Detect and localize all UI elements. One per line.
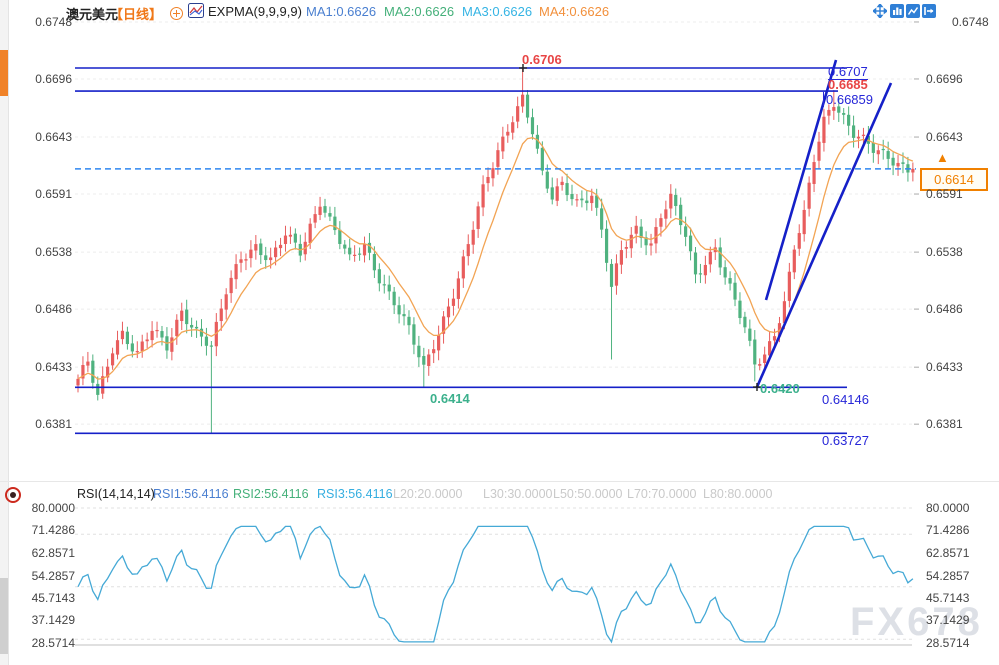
rsi2-value: RSI2:56.4116 — [233, 487, 309, 501]
rsi-tick-label: 28.5714 — [18, 636, 75, 650]
price-tick-label: 0.6486 — [27, 302, 72, 316]
rsi-tick-label: 71.4286 — [18, 523, 75, 537]
horizontal-level-lines[interactable] — [75, 68, 916, 433]
price-tick-label: 0.6748 — [27, 15, 72, 29]
indicator-window-icon[interactable] — [890, 4, 904, 18]
ma1-value: MA1:0.6626 — [306, 4, 376, 19]
resistance-price-label: 0.6706 — [522, 52, 562, 67]
line-chart-mode-icon[interactable] — [906, 4, 920, 18]
rsi3-value: RSI3:56.4116 — [317, 487, 393, 501]
bottom-hline-label: 0.63727 — [822, 433, 869, 448]
ma2-value: MA2:0.6626 — [384, 4, 454, 19]
rsi-tick-label: 54.2857 — [926, 569, 969, 583]
rsi-tick-label: 62.8571 — [926, 546, 969, 560]
price-tick-label: 0.6538 — [27, 245, 72, 259]
rsi-tick-label: 54.2857 — [18, 569, 75, 583]
rsi-tick-label: 45.7143 — [926, 591, 969, 605]
rsi-tick-label: 45.7143 — [18, 591, 75, 605]
price-tick-label: 0.6381 — [27, 417, 72, 431]
rsi-line — [78, 526, 913, 642]
rsi-tick-label: 80.0000 — [926, 501, 969, 515]
price-tick-label: 0.6433 — [926, 360, 963, 374]
expma-line — [78, 138, 913, 379]
lower-hline-label: 0.64146 — [822, 392, 869, 407]
rsi-l80-label: L80:80.0000 — [703, 487, 773, 501]
price-tick-label: 0.6538 — [926, 245, 963, 259]
rsi-l30-label: L30:30.0000 — [483, 487, 553, 501]
candlestick-plot — [76, 68, 914, 433]
ma4-value: MA4:0.6626 — [539, 4, 609, 19]
price-tick-label: 0.6643 — [926, 130, 963, 144]
upper-hline-label: 0.6685 — [828, 77, 868, 92]
ma3-value: MA3:0.6626 — [462, 4, 532, 19]
price-tick-label: 0.6643 — [27, 130, 72, 144]
price-tick-label: 0.6486 — [926, 302, 963, 316]
rsi-tick-label: 37.1429 — [18, 613, 75, 627]
rsi-l70-label: L70:70.0000 — [627, 487, 697, 501]
price-tick-label: 0.6381 — [926, 417, 963, 431]
rsi-tick-label: 71.4286 — [926, 523, 969, 537]
price-tick-label: 0.6748 — [952, 15, 989, 29]
chart-app-window: { "header": { "symbol": "澳元美元", "period"… — [0, 0, 999, 665]
period-label: 【日线】 — [110, 4, 162, 23]
exit-fullscreen-icon[interactable] — [922, 4, 936, 18]
chart-type-icon[interactable] — [188, 3, 204, 23]
price-tick-label: 0.6591 — [926, 187, 963, 201]
collapse-circle-icon[interactable] — [170, 7, 183, 20]
rsi-l50-label: L50:50.0000 — [553, 487, 623, 501]
indicator-name: EXPMA(9,9,9,9) — [208, 4, 302, 19]
rsi-tick-label: 28.5714 — [926, 636, 969, 650]
support-price-label: 0.6414 — [430, 391, 470, 406]
rsi-tick-label: 62.8571 — [18, 546, 75, 560]
rsi-tick-label: 37.1429 — [926, 613, 969, 627]
trendline-low-label: 0.6420 — [760, 381, 800, 396]
price-tick-label: 0.6433 — [27, 360, 72, 374]
rsi-tick-label: 80.0000 — [18, 501, 75, 515]
rsi1-value: RSI1:56.4116 — [153, 487, 229, 501]
price-tick-label: 0.6591 — [27, 187, 72, 201]
price-up-arrow-icon: ▲ — [936, 150, 949, 165]
trendline-value-label: 0.66859 — [823, 92, 873, 107]
price-tick-label: 0.6696 — [27, 72, 72, 86]
rsi-title: RSI(14,14,14) — [77, 487, 155, 501]
price-tick-label: 0.6696 — [926, 72, 963, 86]
rsi-l20-label: L20:20.0000 — [393, 487, 463, 501]
pan-move-icon[interactable] — [873, 4, 887, 18]
